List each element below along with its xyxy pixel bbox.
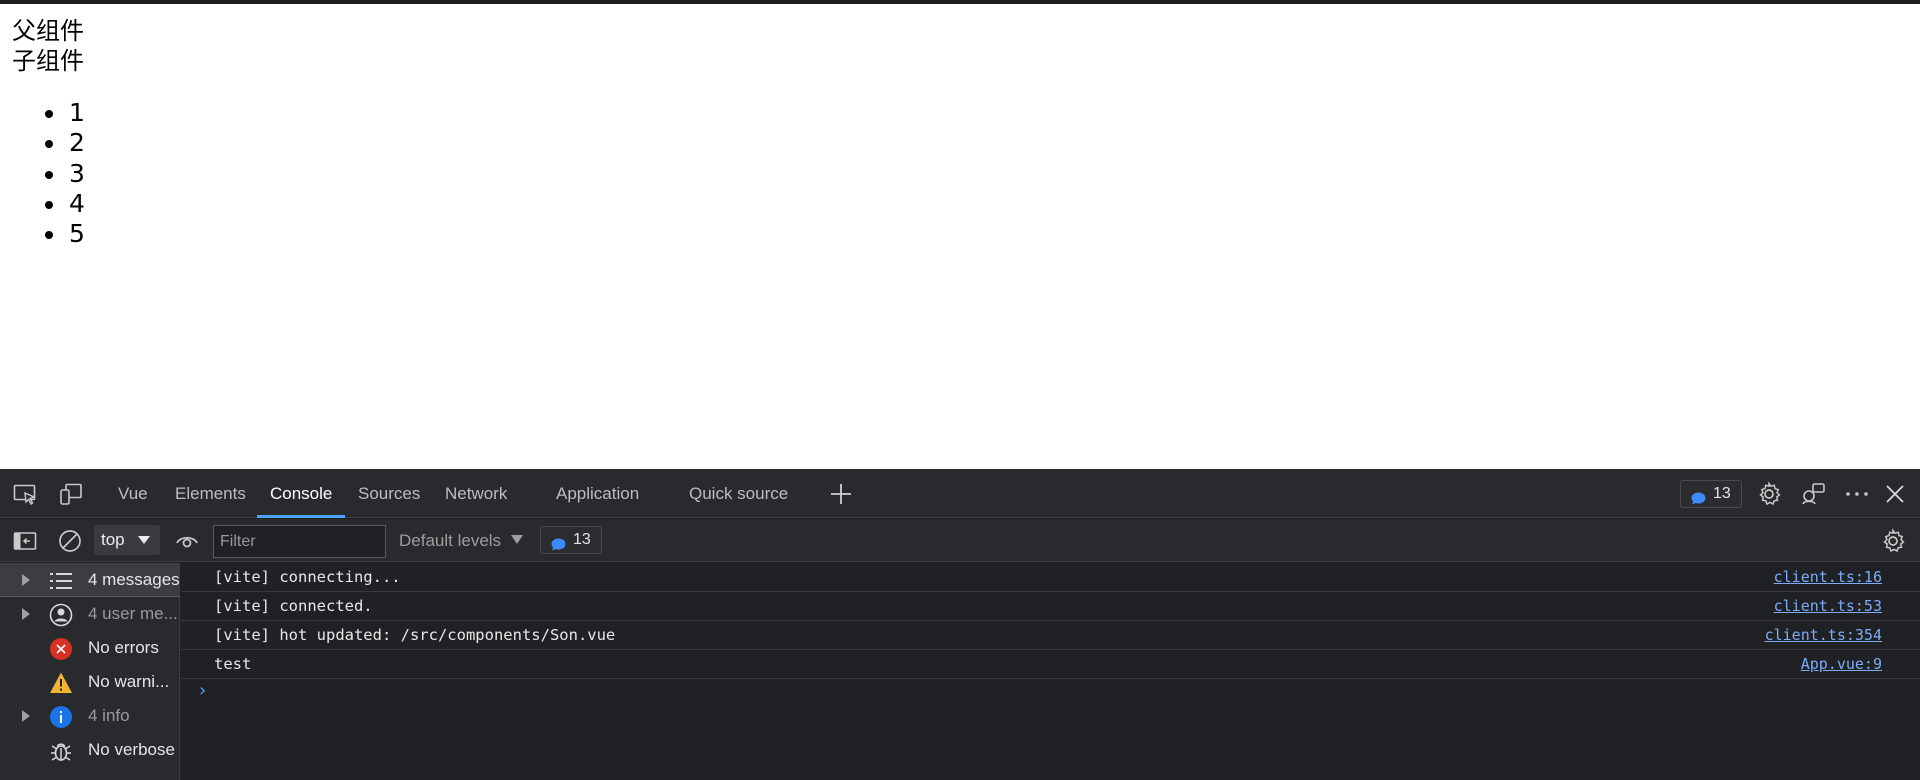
error-icon — [49, 637, 73, 661]
source-link[interactable]: client.ts:16 — [1774, 563, 1882, 592]
sidebar-item-label: No warni... — [88, 672, 170, 691]
device-emulation-icon[interactable] — [59, 483, 83, 505]
tab-network[interactable]: Network — [445, 469, 507, 518]
list-icon — [49, 569, 73, 593]
console-message: test App.vue:9 — [181, 650, 1920, 679]
console-message-text: [vite] connected. — [214, 597, 373, 615]
sidebar-item-user-messages[interactable]: 4 user me... — [0, 597, 180, 631]
user-icon — [49, 603, 73, 627]
sidebar-item-info[interactable]: 4 info — [0, 699, 180, 733]
message-count: 13 — [1713, 485, 1731, 502]
list-item: 4 — [45, 188, 85, 218]
dropdown-arrow-icon — [511, 535, 524, 544]
console-toolbar: top Default levels 13 — [0, 519, 1920, 562]
console-message-text: [vite] hot updated: /src/components/Son.… — [214, 626, 616, 644]
console-settings-gear-icon[interactable] — [1880, 528, 1905, 553]
source-link[interactable]: App.vue:9 — [1801, 650, 1882, 679]
issues-count: 13 — [573, 531, 591, 548]
dropdown-arrow-icon — [138, 536, 150, 544]
page-viewport: 父组件 子组件 1 2 3 4 5 — [0, 4, 1920, 469]
bug-icon — [49, 739, 73, 763]
tab-sources[interactable]: Sources — [358, 469, 420, 518]
sidebar-item-verbose[interactable]: No verbose — [0, 733, 180, 767]
sidebar-item-label: 4 messages — [88, 570, 180, 589]
list-item: 3 — [45, 158, 85, 188]
tab-vue[interactable]: Vue — [118, 469, 148, 518]
log-levels-label: Default levels — [399, 531, 502, 550]
sidebar-item-label: No errors — [88, 638, 159, 657]
live-expression-eye-icon[interactable] — [175, 530, 199, 552]
devtools-tabbar: Vue Elements Console Sources Network App… — [0, 469, 1920, 518]
info-icon — [49, 705, 73, 729]
console-prompt[interactable]: › — [197, 680, 208, 701]
sidebar-item-label: 4 info — [88, 706, 130, 725]
message-count-badge[interactable]: 13 — [1680, 480, 1742, 508]
warning-icon — [49, 671, 73, 695]
source-link[interactable]: client.ts:354 — [1765, 621, 1882, 650]
number-list: 1 2 3 4 5 — [45, 98, 85, 249]
filter-input[interactable] — [213, 525, 386, 558]
clear-console-icon[interactable] — [58, 529, 82, 552]
console-message-text: [vite] connecting... — [214, 568, 401, 586]
sidebar-toggle-icon[interactable] — [13, 530, 37, 552]
customize-icon[interactable] — [1800, 481, 1825, 505]
message-bubble-icon — [551, 534, 566, 551]
sidebar-item-errors[interactable]: No errors — [0, 631, 180, 665]
devtools-panel: Vue Elements Console Sources Network App… — [0, 469, 1920, 780]
tab-quick-source[interactable]: Quick source — [689, 469, 788, 518]
list-item: 5 — [45, 219, 85, 249]
list-item: 2 — [45, 128, 85, 158]
console-output: [vite] connecting... client.ts:16 [vite]… — [181, 563, 1920, 780]
source-link[interactable]: client.ts:53 — [1774, 592, 1882, 621]
context-value: top — [101, 530, 125, 549]
sidebar-item-messages[interactable]: 4 messages — [0, 563, 180, 597]
expand-arrow-icon[interactable] — [22, 710, 30, 722]
log-levels-dropdown[interactable]: Default levels — [399, 519, 524, 562]
console-message: [vite] connecting... client.ts:16 — [181, 563, 1920, 592]
console-message: [vite] hot updated: /src/components/Son.… — [181, 621, 1920, 650]
tab-console[interactable]: Console — [256, 469, 346, 518]
context-selector[interactable]: top — [94, 525, 160, 555]
tab-application[interactable]: Application — [556, 469, 639, 518]
close-icon[interactable] — [1882, 481, 1906, 503]
parent-component-label: 父组件 — [12, 17, 84, 45]
list-item: 1 — [45, 98, 85, 127]
sidebar-item-warnings[interactable]: No warni... — [0, 665, 180, 699]
settings-gear-icon[interactable] — [1756, 481, 1781, 506]
console-message-text: test — [214, 655, 252, 673]
expand-arrow-icon[interactable] — [22, 574, 30, 586]
sidebar-item-label: No verbose — [88, 740, 175, 759]
issues-count-badge[interactable]: 13 — [540, 526, 602, 554]
inspect-element-icon[interactable] — [13, 483, 37, 506]
expand-arrow-icon[interactable] — [22, 608, 30, 620]
child-component-label: 子组件 — [12, 47, 84, 75]
more-options-icon[interactable] — [1844, 481, 1868, 503]
message-bubble-icon — [1691, 488, 1706, 505]
console-message: [vite] connected. client.ts:53 — [181, 592, 1920, 621]
tab-elements[interactable]: Elements — [175, 469, 246, 518]
console-sidebar: 4 messages 4 user me... No errors No war… — [0, 563, 180, 780]
add-tab-icon[interactable] — [828, 481, 854, 507]
sidebar-item-label: 4 user me... — [88, 604, 178, 623]
